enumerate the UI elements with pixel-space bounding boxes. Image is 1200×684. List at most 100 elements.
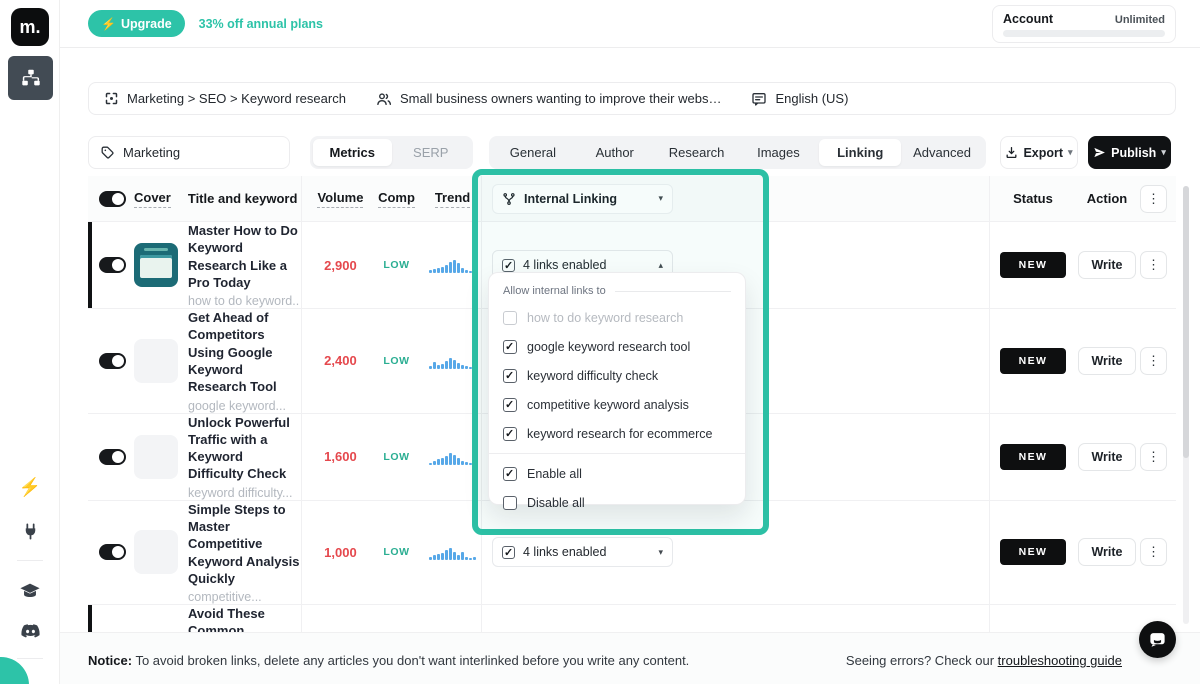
link-option-label: google keyword research tool xyxy=(527,339,691,354)
internal-linking-dropdown[interactable]: Internal Linking ▾ xyxy=(492,183,673,214)
column-header-trend[interactable]: Trend xyxy=(434,190,471,208)
account-plan-badge: Unlimited xyxy=(1114,14,1165,26)
write-button[interactable]: Write xyxy=(1078,346,1136,375)
export-button[interactable]: Export ▾ xyxy=(1000,136,1078,169)
checkbox-icon xyxy=(502,258,515,272)
link-option[interactable]: keyword difficulty check xyxy=(489,361,745,390)
scrollbar-thumb[interactable] xyxy=(1183,186,1189,458)
status-badge: NEW xyxy=(1000,539,1066,566)
context-bar: Marketing > SEO > Keyword research Small… xyxy=(88,82,1176,115)
enable-all-option[interactable]: Enable all xyxy=(489,459,745,488)
link-option[interactable]: competitive keyword analysis xyxy=(489,390,745,419)
row-kebab-button[interactable]: ⋮ xyxy=(1140,251,1167,280)
upgrade-button[interactable]: ⚡ Upgrade xyxy=(88,10,185,37)
branch-icon xyxy=(502,192,516,206)
account-usage-card[interactable]: Account Unlimited xyxy=(992,5,1176,43)
links-enabled-select[interactable]: 4 links enabled ▾ xyxy=(492,537,673,568)
cover-thumbnail[interactable] xyxy=(134,530,178,575)
chevron-down-icon: ▾ xyxy=(658,193,663,203)
usage-progress-bar xyxy=(1003,30,1165,37)
export-label: Export xyxy=(1023,145,1064,160)
app-logo[interactable]: m. xyxy=(11,8,49,46)
row-enabled-switch[interactable] xyxy=(99,544,126,561)
toggle-all-switch[interactable] xyxy=(99,190,126,207)
sidebar-item-automations[interactable]: ⚡ xyxy=(0,478,60,496)
checkbox-icon xyxy=(503,426,517,441)
checkbox-icon xyxy=(503,397,517,412)
write-button[interactable]: Write xyxy=(1078,538,1136,567)
link-option-label: competitive keyword analysis xyxy=(527,397,689,412)
tab-images[interactable]: Images xyxy=(737,139,819,166)
link-option-label: keyword difficulty check xyxy=(527,368,659,383)
discord-icon xyxy=(20,620,41,641)
volume-value: 2,400 xyxy=(324,353,357,369)
tag-icon xyxy=(100,145,115,160)
language-chip[interactable]: English (US) xyxy=(751,91,848,107)
row-kebab-button[interactable]: ⋮ xyxy=(1140,442,1167,471)
publish-button[interactable]: Publish ▾ xyxy=(1088,136,1171,169)
trend-sparkline xyxy=(429,257,476,274)
link-option[interactable]: google keyword research tool xyxy=(489,332,745,361)
sidebar-item-academy[interactable] xyxy=(0,580,60,602)
write-button[interactable]: Write xyxy=(1078,442,1136,471)
audience-chip[interactable]: Small business owners wanting to improve… xyxy=(376,91,721,107)
column-header-comp[interactable]: Comp xyxy=(378,190,415,208)
status-badge: NEW xyxy=(1000,347,1066,374)
write-button[interactable]: Write xyxy=(1078,251,1136,280)
publish-label: Publish xyxy=(1111,145,1157,160)
row-kebab-button[interactable]: ⋮ xyxy=(1140,538,1167,567)
cover-thumbnail[interactable] xyxy=(134,434,178,479)
table-scrollbar[interactable] xyxy=(1183,186,1189,624)
upgrade-label: Upgrade xyxy=(120,16,172,31)
sidebar-item-integrations[interactable] xyxy=(0,522,60,541)
breadcrumb[interactable]: Marketing > SEO > Keyword research xyxy=(104,91,346,106)
breadcrumb-text: Marketing > SEO > Keyword research xyxy=(127,91,346,106)
send-icon xyxy=(1093,146,1106,159)
article-title[interactable]: Get Ahead of Competitors Using Google Ke… xyxy=(188,309,300,395)
trend-sparkline xyxy=(429,544,476,561)
troubleshooting-guide-link[interactable]: troubleshooting guide xyxy=(998,653,1122,668)
internal-links-dropdown-panel: Allow internal links to how to do keywor… xyxy=(488,272,746,510)
column-header-volume[interactable]: Volume xyxy=(317,190,364,208)
footer: Notice: To avoid broken links, delete an… xyxy=(60,632,1200,684)
project-selector[interactable]: Marketing xyxy=(88,136,290,169)
dropdown-divider xyxy=(489,453,745,454)
download-icon xyxy=(1005,146,1018,159)
checkbox-icon xyxy=(503,495,517,510)
link-option[interactable]: how to do keyword research xyxy=(489,303,745,332)
column-header-cover[interactable]: Cover xyxy=(134,190,171,208)
row-kebab-button[interactable]: ⋮ xyxy=(1140,346,1167,375)
article-title[interactable]: Master How to Do Keyword Research Like a… xyxy=(188,222,300,291)
graduation-cap-icon xyxy=(19,580,41,602)
disable-all-option[interactable]: Disable all xyxy=(489,488,745,517)
table-options-kebab-button[interactable]: ⋮ xyxy=(1140,184,1167,213)
view-metrics[interactable]: Metrics xyxy=(313,139,392,166)
link-option[interactable]: keyword research for ecommerce xyxy=(489,419,745,448)
links-enabled-label: 4 links enabled xyxy=(523,545,607,560)
tab-linking[interactable]: Linking xyxy=(819,139,902,166)
volume-value: 1,600 xyxy=(324,449,357,465)
sidebar-item-projects[interactable] xyxy=(8,56,53,100)
tab-advanced[interactable]: Advanced xyxy=(901,139,983,166)
row-enabled-switch[interactable] xyxy=(99,257,126,274)
help-text: Seeing errors? Check our troubleshooting… xyxy=(845,653,1122,668)
row-enabled-switch[interactable] xyxy=(99,352,126,369)
cover-thumbnail[interactable] xyxy=(134,243,178,288)
tab-author[interactable]: Author xyxy=(574,139,656,166)
view-serp[interactable]: SERP xyxy=(392,139,471,166)
chat-widget-button[interactable] xyxy=(1139,621,1176,658)
tab-general[interactable]: General xyxy=(492,139,574,166)
checkbox-icon xyxy=(503,310,517,325)
row-enabled-switch[interactable] xyxy=(99,448,126,465)
chevron-down-icon: ▾ xyxy=(1161,147,1166,157)
topbar: ⚡ Upgrade 33% off annual plans Account U… xyxy=(60,0,1200,48)
tab-research[interactable]: Research xyxy=(656,139,738,166)
article-title[interactable]: Unlock Powerful Traffic with a Keyword D… xyxy=(188,414,300,483)
status-badge: NEW xyxy=(1000,443,1066,470)
bolt-icon: ⚡ xyxy=(101,16,116,31)
article-title[interactable]: Simple Steps to Master Competitive Keywo… xyxy=(188,501,300,587)
sidebar-item-discord[interactable] xyxy=(0,620,60,641)
checkbox-icon xyxy=(503,466,517,481)
cover-thumbnail[interactable] xyxy=(134,338,178,383)
trend-sparkline xyxy=(429,353,476,369)
